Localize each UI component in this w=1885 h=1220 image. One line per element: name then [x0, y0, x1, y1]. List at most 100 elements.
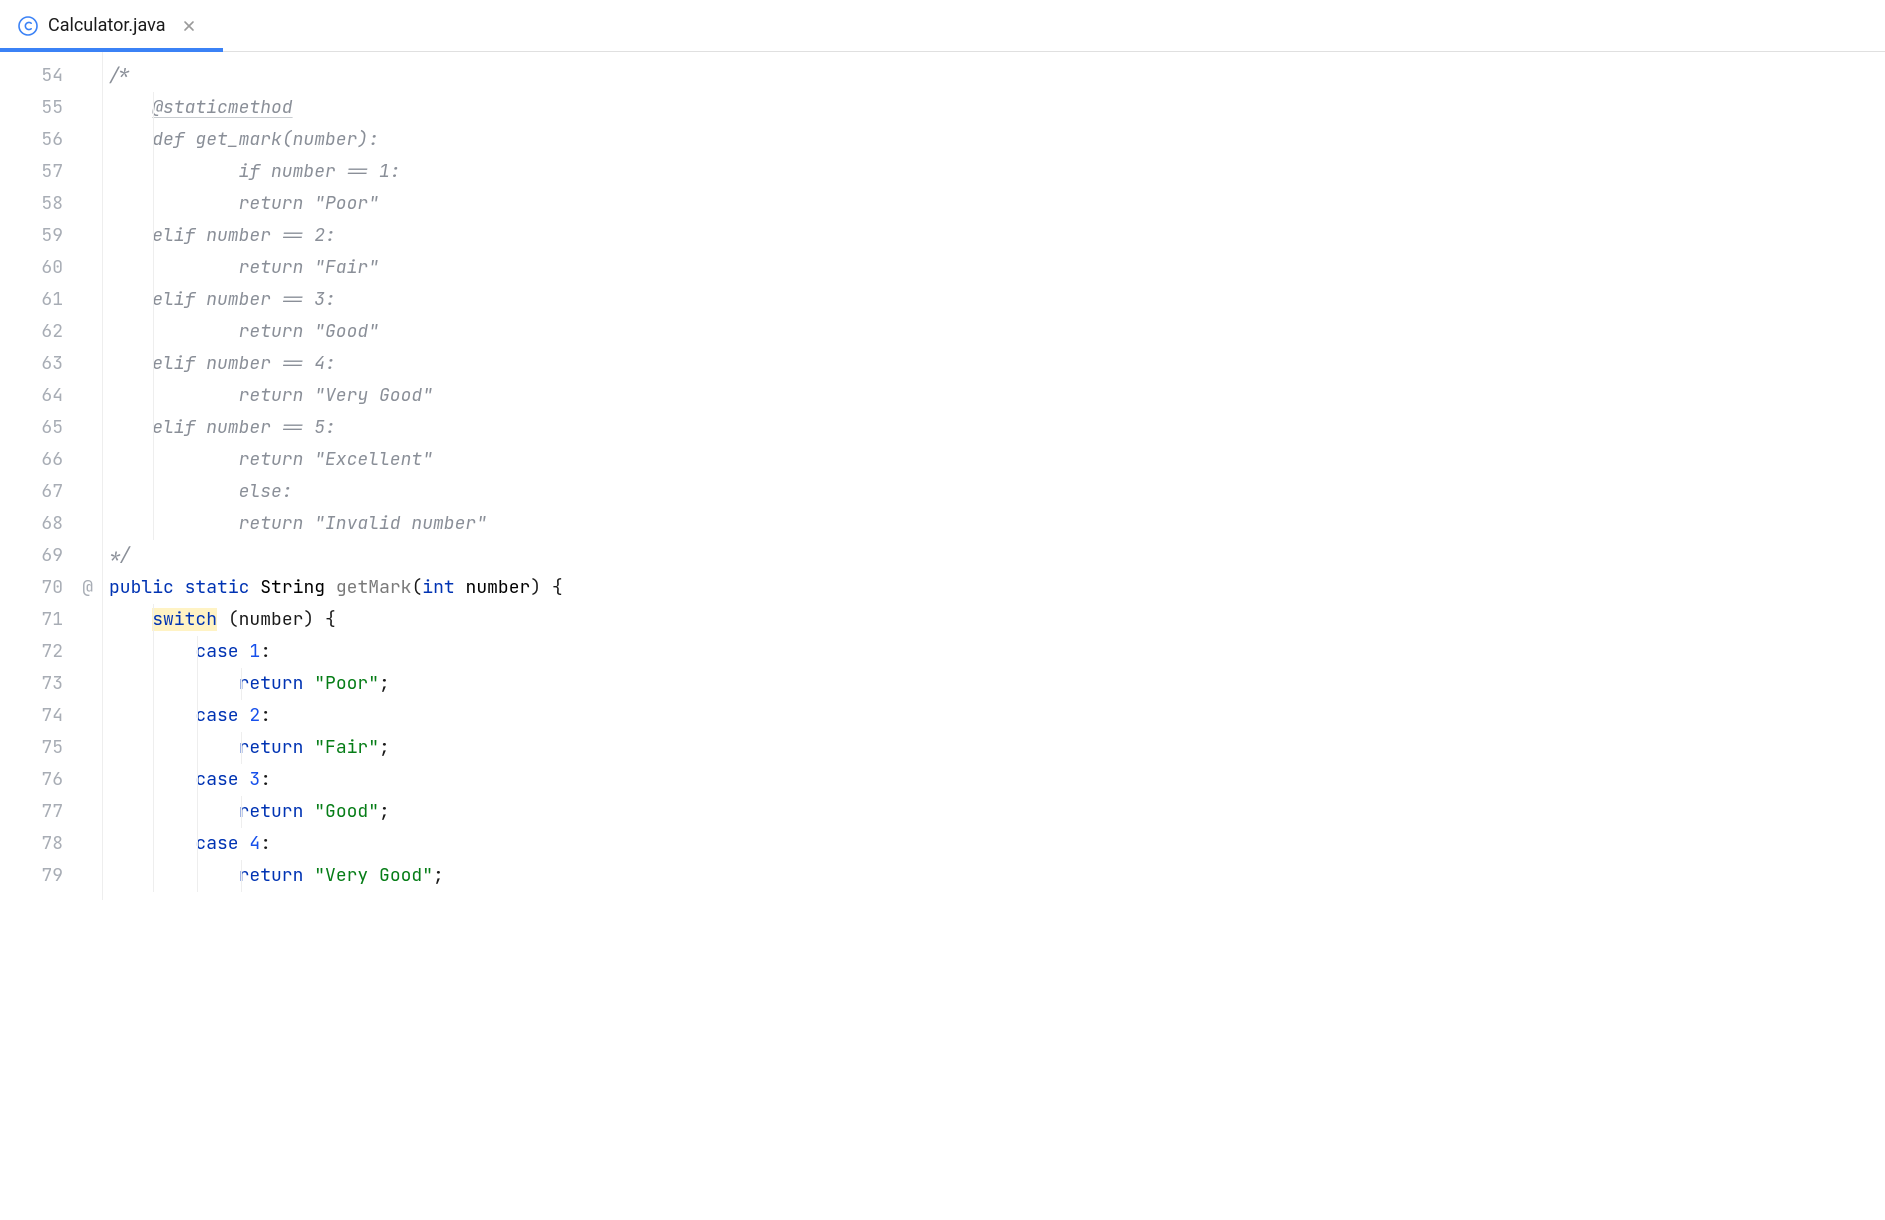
code-line[interactable]: /*: [109, 60, 1885, 92]
token-plain: [303, 736, 314, 759]
token-keyword: public: [109, 576, 174, 599]
token-keyword: return: [239, 736, 304, 759]
token-plain: [109, 864, 239, 887]
line-number: 70@: [0, 572, 101, 604]
code-line[interactable]: if number == 1:: [109, 156, 1885, 188]
token-plain: [455, 576, 466, 599]
token-number: 3: [249, 768, 260, 791]
token-comment: return "Very Good": [109, 384, 433, 407]
token-keyword: int: [422, 576, 454, 599]
code-line[interactable]: case 1:: [109, 636, 1885, 668]
line-number-gutter: 5455565758596061626364656667686970@71727…: [0, 52, 102, 900]
token-comment: else:: [109, 480, 293, 503]
tab-bar: Calculator.java: [0, 0, 1885, 52]
indent-guide: [153, 860, 154, 892]
code-line[interactable]: @staticmethod: [109, 92, 1885, 124]
token-comment: @staticmethod: [152, 96, 292, 119]
token-keyword: return: [239, 672, 304, 695]
token-plain: :: [260, 640, 271, 663]
token-keyword: static: [185, 576, 250, 599]
code-area[interactable]: /* @staticmethod def get_mark(number): i…: [102, 52, 1885, 900]
code-line[interactable]: return "Good";: [109, 796, 1885, 828]
indent-guide: [197, 700, 198, 732]
token-plain: [303, 800, 314, 823]
token-keyword: return: [239, 864, 304, 887]
token-plain: [239, 768, 250, 791]
token-keyword: case: [195, 640, 238, 663]
code-line[interactable]: elif number == 4:: [109, 348, 1885, 380]
code-line[interactable]: def get_mark(number):: [109, 124, 1885, 156]
token-plain: [239, 704, 250, 727]
code-line[interactable]: return "Poor": [109, 188, 1885, 220]
indent-guide: [153, 316, 154, 348]
indent-guide: [153, 636, 154, 668]
indent-guide: [197, 668, 198, 700]
indent-guide: [241, 860, 242, 892]
line-number: 61: [0, 284, 101, 316]
code-line[interactable]: case 4:: [109, 828, 1885, 860]
code-line[interactable]: return "Fair": [109, 252, 1885, 284]
code-line[interactable]: elif number == 5:: [109, 412, 1885, 444]
token-plain: (number) {: [217, 608, 336, 631]
token-comment: return "Invalid number": [109, 512, 487, 535]
token-param: number: [466, 576, 531, 599]
indent-guide: [197, 732, 198, 764]
code-line[interactable]: case 3:: [109, 764, 1885, 796]
indent-guide: [241, 796, 242, 828]
code-editor[interactable]: 5455565758596061626364656667686970@71727…: [0, 52, 1885, 900]
line-number: 55: [0, 92, 101, 124]
token-plain: [109, 608, 152, 631]
code-line[interactable]: return "Very Good": [109, 380, 1885, 412]
line-number: 78: [0, 828, 101, 860]
indent-guide: [241, 732, 242, 764]
code-line[interactable]: public static String getMark(int number)…: [109, 572, 1885, 604]
indent-guide: [153, 604, 154, 636]
code-line[interactable]: case 2:: [109, 700, 1885, 732]
token-plain: :: [260, 832, 271, 855]
token-comment: elif number == 4:: [109, 352, 336, 375]
indent-guide: [153, 668, 154, 700]
code-line[interactable]: */: [109, 540, 1885, 572]
indent-guide: [197, 860, 198, 892]
token-plain: [303, 672, 314, 695]
indent-guide: [153, 764, 154, 796]
line-number: 74: [0, 700, 101, 732]
token-comment: return "Poor": [109, 192, 379, 215]
code-line[interactable]: else:: [109, 476, 1885, 508]
line-number: 65: [0, 412, 101, 444]
token-keyword: return: [239, 800, 304, 823]
indent-guide: [153, 828, 154, 860]
tab-filename: Calculator.java: [48, 15, 165, 36]
token-plain: [249, 576, 260, 599]
token-plain: ) {: [530, 576, 562, 599]
token-number: 1: [249, 640, 260, 663]
indent-guide: [153, 796, 154, 828]
file-tab[interactable]: Calculator.java: [0, 0, 215, 51]
gutter-marker-icon[interactable]: @: [82, 572, 93, 604]
indent-guide: [153, 476, 154, 508]
token-comment: return "Fair": [109, 256, 379, 279]
code-line[interactable]: return "Excellent": [109, 444, 1885, 476]
close-icon[interactable]: [181, 18, 197, 34]
token-plain: [174, 576, 185, 599]
line-number: 77: [0, 796, 101, 828]
code-line[interactable]: return "Fair";: [109, 732, 1885, 764]
code-line[interactable]: elif number == 2:: [109, 220, 1885, 252]
indent-guide: [197, 828, 198, 860]
line-number: 57: [0, 156, 101, 188]
code-line[interactable]: return "Poor";: [109, 668, 1885, 700]
code-line[interactable]: switch (number) {: [109, 604, 1885, 636]
code-line[interactable]: elif number == 3:: [109, 284, 1885, 316]
token-plain: ;: [379, 672, 390, 695]
line-number: 68: [0, 508, 101, 540]
token-number: 4: [249, 832, 260, 855]
token-plain: [239, 640, 250, 663]
line-number: 67: [0, 476, 101, 508]
indent-guide: [153, 508, 154, 540]
token-keyword: case: [195, 832, 238, 855]
code-line[interactable]: return "Good": [109, 316, 1885, 348]
code-line[interactable]: return "Very Good";: [109, 860, 1885, 892]
token-string: "Poor": [314, 672, 379, 695]
code-line[interactable]: return "Invalid number": [109, 508, 1885, 540]
token-string: "Fair": [314, 736, 379, 759]
